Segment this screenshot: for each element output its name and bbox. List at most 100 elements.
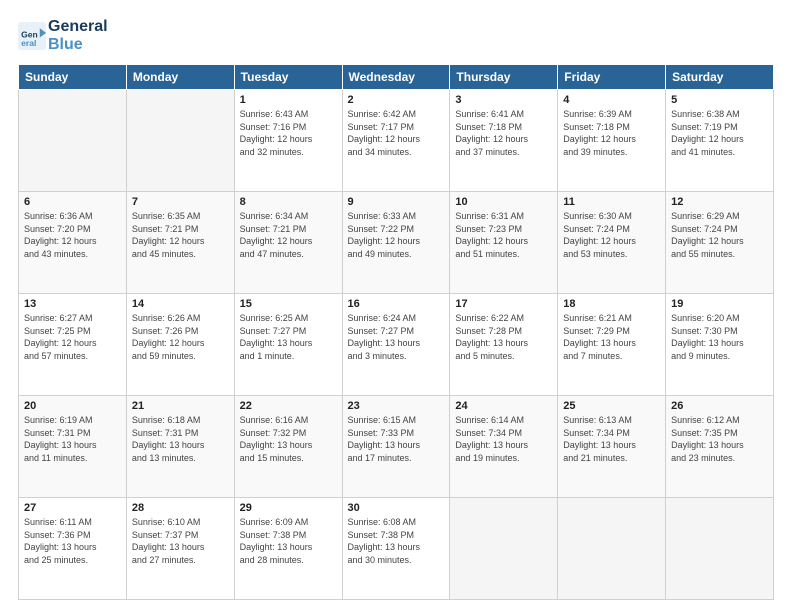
day-info: Sunrise: 6:27 AM Sunset: 7:25 PM Dayligh… — [24, 312, 121, 362]
calendar-week-row: 6 Sunrise: 6:36 AM Sunset: 7:20 PM Daylig… — [19, 192, 774, 294]
day-info: Sunrise: 6:12 AM Sunset: 7:35 PM Dayligh… — [671, 414, 768, 464]
calendar-day: 23 Sunrise: 6:15 AM Sunset: 7:33 PM Dayli… — [342, 396, 450, 498]
day-number: 30 — [348, 502, 445, 514]
day-number: 3 — [455, 94, 552, 106]
day-info: Sunrise: 6:15 AM Sunset: 7:33 PM Dayligh… — [348, 414, 445, 464]
calendar-day — [126, 90, 234, 192]
day-info: Sunrise: 6:43 AM Sunset: 7:16 PM Dayligh… — [240, 108, 337, 158]
day-info: Sunrise: 6:30 AM Sunset: 7:24 PM Dayligh… — [563, 210, 660, 260]
day-number: 27 — [24, 502, 121, 514]
day-number: 10 — [455, 196, 552, 208]
calendar-day: 12Sunrise: 6:29 AM Sunset: 7:24 PM Dayli… — [666, 192, 774, 294]
day-info: Sunrise: 6:41 AM Sunset: 7:18 PM Dayligh… — [455, 108, 552, 158]
day-number: 2 — [348, 94, 445, 106]
day-number: 23 — [348, 400, 445, 412]
day-info: Sunrise: 6:31 AM Sunset: 7:23 PM Dayligh… — [455, 210, 552, 260]
day-number: 14 — [132, 298, 229, 310]
day-number: 13 — [24, 298, 121, 310]
logo-text-line1: General — [48, 18, 108, 36]
calendar-day — [450, 498, 558, 600]
day-number: 21 — [132, 400, 229, 412]
logo-icon: Gen eral — [18, 22, 46, 50]
calendar-day: 20 Sunrise: 6:19 AM Sunset: 7:31 PM Dayli… — [19, 396, 127, 498]
day-info: Sunrise: 6:08 AM Sunset: 7:38 PM Dayligh… — [348, 516, 445, 566]
calendar-day: 16 Sunrise: 6:24 AM Sunset: 7:27 PM Dayli… — [342, 294, 450, 396]
day-info: Sunrise: 6:19 AM Sunset: 7:31 PM Dayligh… — [24, 414, 121, 464]
calendar-day: 22 Sunrise: 6:16 AM Sunset: 7:32 PM Dayli… — [234, 396, 342, 498]
day-number: 18 — [563, 298, 660, 310]
calendar-day: 8Sunrise: 6:34 AM Sunset: 7:21 PM Daylig… — [234, 192, 342, 294]
day-info: Sunrise: 6:14 AM Sunset: 7:34 PM Dayligh… — [455, 414, 552, 464]
calendar-day: 7 Sunrise: 6:35 AM Sunset: 7:21 PM Daylig… — [126, 192, 234, 294]
day-info: Sunrise: 6:35 AM Sunset: 7:21 PM Dayligh… — [132, 210, 229, 260]
calendar-day: 27 Sunrise: 6:11 AM Sunset: 7:36 PM Dayli… — [19, 498, 127, 600]
day-number: 5 — [671, 94, 768, 106]
day-info: Sunrise: 6:11 AM Sunset: 7:36 PM Dayligh… — [24, 516, 121, 566]
day-info: Sunrise: 6:10 AM Sunset: 7:37 PM Dayligh… — [132, 516, 229, 566]
day-info: Sunrise: 6:33 AM Sunset: 7:22 PM Dayligh… — [348, 210, 445, 260]
calendar-page: Gen eral General Blue SundayMondayTuesda… — [0, 0, 792, 612]
day-header-wednesday: Wednesday — [342, 65, 450, 90]
day-header-friday: Friday — [558, 65, 666, 90]
day-number: 24 — [455, 400, 552, 412]
day-info: Sunrise: 6:36 AM Sunset: 7:20 PM Dayligh… — [24, 210, 121, 260]
logo: Gen eral General Blue — [18, 18, 108, 54]
day-info: Sunrise: 6:29 AM Sunset: 7:24 PM Dayligh… — [671, 210, 768, 260]
calendar-day — [666, 498, 774, 600]
calendar-day: 4 Sunrise: 6:39 AM Sunset: 7:18 PM Daylig… — [558, 90, 666, 192]
day-number: 20 — [24, 400, 121, 412]
day-number: 16 — [348, 298, 445, 310]
day-header-saturday: Saturday — [666, 65, 774, 90]
day-number: 19 — [671, 298, 768, 310]
day-number: 7 — [132, 196, 229, 208]
calendar-day: 11 Sunrise: 6:30 AM Sunset: 7:24 PM Dayli… — [558, 192, 666, 294]
calendar-day: 6 Sunrise: 6:36 AM Sunset: 7:20 PM Daylig… — [19, 192, 127, 294]
calendar-day: 19Sunrise: 6:20 AM Sunset: 7:30 PM Dayli… — [666, 294, 774, 396]
day-number: 4 — [563, 94, 660, 106]
calendar-day: 29Sunrise: 6:09 AM Sunset: 7:38 PM Dayli… — [234, 498, 342, 600]
day-info: Sunrise: 6:25 AM Sunset: 7:27 PM Dayligh… — [240, 312, 337, 362]
day-info: Sunrise: 6:39 AM Sunset: 7:18 PM Dayligh… — [563, 108, 660, 158]
day-info: Sunrise: 6:22 AM Sunset: 7:28 PM Dayligh… — [455, 312, 552, 362]
day-info: Sunrise: 6:16 AM Sunset: 7:32 PM Dayligh… — [240, 414, 337, 464]
calendar-week-row: 1 Sunrise: 6:43 AM Sunset: 7:16 PM Daylig… — [19, 90, 774, 192]
calendar-day: 18Sunrise: 6:21 AM Sunset: 7:29 PM Dayli… — [558, 294, 666, 396]
calendar-day — [558, 498, 666, 600]
calendar-day: 9Sunrise: 6:33 AM Sunset: 7:22 PM Daylig… — [342, 192, 450, 294]
calendar-week-row: 27 Sunrise: 6:11 AM Sunset: 7:36 PM Dayli… — [19, 498, 774, 600]
calendar-day: 25Sunrise: 6:13 AM Sunset: 7:34 PM Dayli… — [558, 396, 666, 498]
logo-text-line2: Blue — [48, 36, 108, 54]
calendar-day: 24 Sunrise: 6:14 AM Sunset: 7:34 PM Dayli… — [450, 396, 558, 498]
calendar-day: 2 Sunrise: 6:42 AM Sunset: 7:17 PM Daylig… — [342, 90, 450, 192]
day-number: 22 — [240, 400, 337, 412]
day-number: 28 — [132, 502, 229, 514]
day-header-monday: Monday — [126, 65, 234, 90]
calendar-day: 21 Sunrise: 6:18 AM Sunset: 7:31 PM Dayli… — [126, 396, 234, 498]
calendar-table: SundayMondayTuesdayWednesdayThursdayFrid… — [18, 64, 774, 600]
day-info: Sunrise: 6:18 AM Sunset: 7:31 PM Dayligh… — [132, 414, 229, 464]
calendar-day: 28 Sunrise: 6:10 AM Sunset: 7:37 PM Dayli… — [126, 498, 234, 600]
day-header-thursday: Thursday — [450, 65, 558, 90]
day-info: Sunrise: 6:26 AM Sunset: 7:26 PM Dayligh… — [132, 312, 229, 362]
svg-text:eral: eral — [21, 38, 36, 48]
day-number: 17 — [455, 298, 552, 310]
calendar-day: 10 Sunrise: 6:31 AM Sunset: 7:23 PM Dayli… — [450, 192, 558, 294]
calendar-week-row: 20 Sunrise: 6:19 AM Sunset: 7:31 PM Dayli… — [19, 396, 774, 498]
calendar-day: 14 Sunrise: 6:26 AM Sunset: 7:26 PM Dayli… — [126, 294, 234, 396]
calendar-day: 15 Sunrise: 6:25 AM Sunset: 7:27 PM Dayli… — [234, 294, 342, 396]
calendar-day: 26Sunrise: 6:12 AM Sunset: 7:35 PM Dayli… — [666, 396, 774, 498]
day-info: Sunrise: 6:24 AM Sunset: 7:27 PM Dayligh… — [348, 312, 445, 362]
day-number: 8 — [240, 196, 337, 208]
calendar-day: 30 Sunrise: 6:08 AM Sunset: 7:38 PM Dayli… — [342, 498, 450, 600]
day-info: Sunrise: 6:13 AM Sunset: 7:34 PM Dayligh… — [563, 414, 660, 464]
day-number: 11 — [563, 196, 660, 208]
calendar-day: 1 Sunrise: 6:43 AM Sunset: 7:16 PM Daylig… — [234, 90, 342, 192]
calendar-day: 3 Sunrise: 6:41 AM Sunset: 7:18 PM Daylig… — [450, 90, 558, 192]
day-number: 15 — [240, 298, 337, 310]
day-number: 1 — [240, 94, 337, 106]
day-number: 6 — [24, 196, 121, 208]
header: Gen eral General Blue — [18, 18, 774, 54]
calendar-day — [19, 90, 127, 192]
day-info: Sunrise: 6:42 AM Sunset: 7:17 PM Dayligh… — [348, 108, 445, 158]
day-number: 29 — [240, 502, 337, 514]
